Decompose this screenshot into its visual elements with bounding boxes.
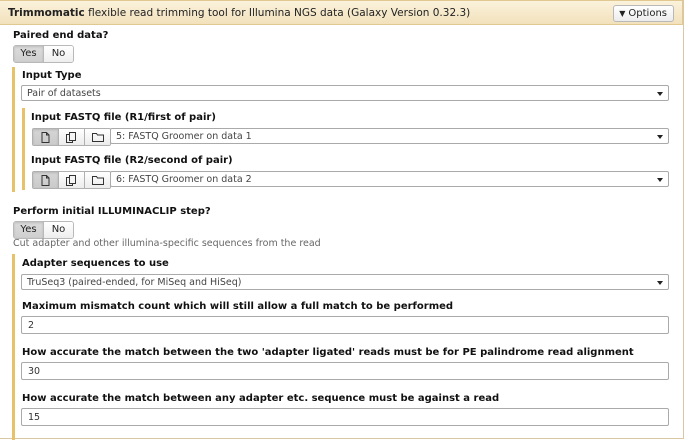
- chevron-down-icon: [657, 281, 663, 285]
- tool-header: Trimmomatic flexible read trimming tool …: [0, 0, 683, 25]
- pair-section-bar: [22, 108, 25, 190]
- single-dataset-button[interactable]: [33, 129, 58, 145]
- tool-name: Trimmomatic: [8, 7, 85, 19]
- illuminaclip-help: Cut adapter and other illumina-specific …: [13, 238, 321, 249]
- fastq-r2-value: 6: FASTQ Groomer on data 2: [116, 174, 252, 185]
- options-button[interactable]: ▼ Options: [613, 5, 674, 22]
- single-dataset-button[interactable]: [33, 172, 58, 188]
- paired-end-toggle: Yes No: [13, 45, 74, 63]
- folder-icon: [91, 176, 104, 185]
- copy-icon: [66, 174, 76, 186]
- adapter-label: Adapter sequences to use: [22, 258, 169, 269]
- mismatch-input[interactable]: [21, 316, 669, 334]
- illuminaclip-no[interactable]: No: [43, 222, 73, 238]
- chevron-down-icon: [657, 135, 663, 139]
- caret-down-icon: ▼: [619, 9, 626, 18]
- dataset-collection-button[interactable]: [84, 129, 110, 145]
- simple-clip-label: How accurate the match between any adapt…: [22, 393, 500, 404]
- fastq-r1-source-buttons: [32, 128, 111, 146]
- input-type-select[interactable]: Pair of datasets: [21, 85, 669, 101]
- fastq-r1-label: Input FASTQ file (R1/first of pair): [31, 112, 216, 123]
- options-label: Options: [628, 8, 667, 19]
- adapter-select[interactable]: TruSeq3 (paired-ended, for MiSeq and HiS…: [21, 274, 669, 290]
- tool-description: flexible read trimming tool for Illumina…: [88, 7, 471, 19]
- input-type-value: Pair of datasets: [27, 88, 101, 99]
- illuminaclip-label: Perform initial ILLUMINACLIP step?: [13, 206, 211, 217]
- simple-clip-input[interactable]: [21, 408, 669, 426]
- fastq-r1-select[interactable]: 5: FASTQ Groomer on data 1: [110, 128, 669, 144]
- paired-end-label: Paired end data?: [13, 30, 109, 41]
- multiple-datasets-button[interactable]: [58, 129, 84, 145]
- illuminaclip-yes[interactable]: Yes: [14, 222, 43, 238]
- copy-icon: [66, 131, 76, 143]
- file-icon: [41, 174, 50, 186]
- fastq-r2-source-buttons: [32, 171, 111, 189]
- chevron-down-icon: [657, 92, 663, 96]
- mismatch-label: Maximum mismatch count which will still …: [22, 301, 454, 312]
- folder-icon: [91, 133, 104, 142]
- chevron-down-icon: [657, 178, 663, 182]
- paired-section-bar: [12, 67, 15, 192]
- fastq-r2-select[interactable]: 6: FASTQ Groomer on data 2: [110, 171, 669, 187]
- palindrome-label: How accurate the match between the two '…: [22, 347, 634, 358]
- adapter-value: TruSeq3 (paired-ended, for MiSeq and HiS…: [27, 277, 242, 288]
- paired-end-no[interactable]: No: [43, 46, 73, 62]
- illuminaclip-toggle: Yes No: [13, 221, 74, 239]
- dataset-collection-button[interactable]: [84, 172, 110, 188]
- tool-title: Trimmomatic flexible read trimming tool …: [8, 7, 470, 19]
- fastq-r1-value: 5: FASTQ Groomer on data 1: [116, 131, 252, 142]
- input-type-label: Input Type: [22, 70, 82, 81]
- illuminaclip-section-bar: [12, 254, 15, 440]
- palindrome-input[interactable]: [21, 362, 669, 380]
- file-icon: [41, 131, 50, 143]
- paired-end-yes[interactable]: Yes: [14, 46, 43, 62]
- fastq-r2-label: Input FASTQ file (R2/second of pair): [31, 155, 233, 166]
- multiple-datasets-button[interactable]: [58, 172, 84, 188]
